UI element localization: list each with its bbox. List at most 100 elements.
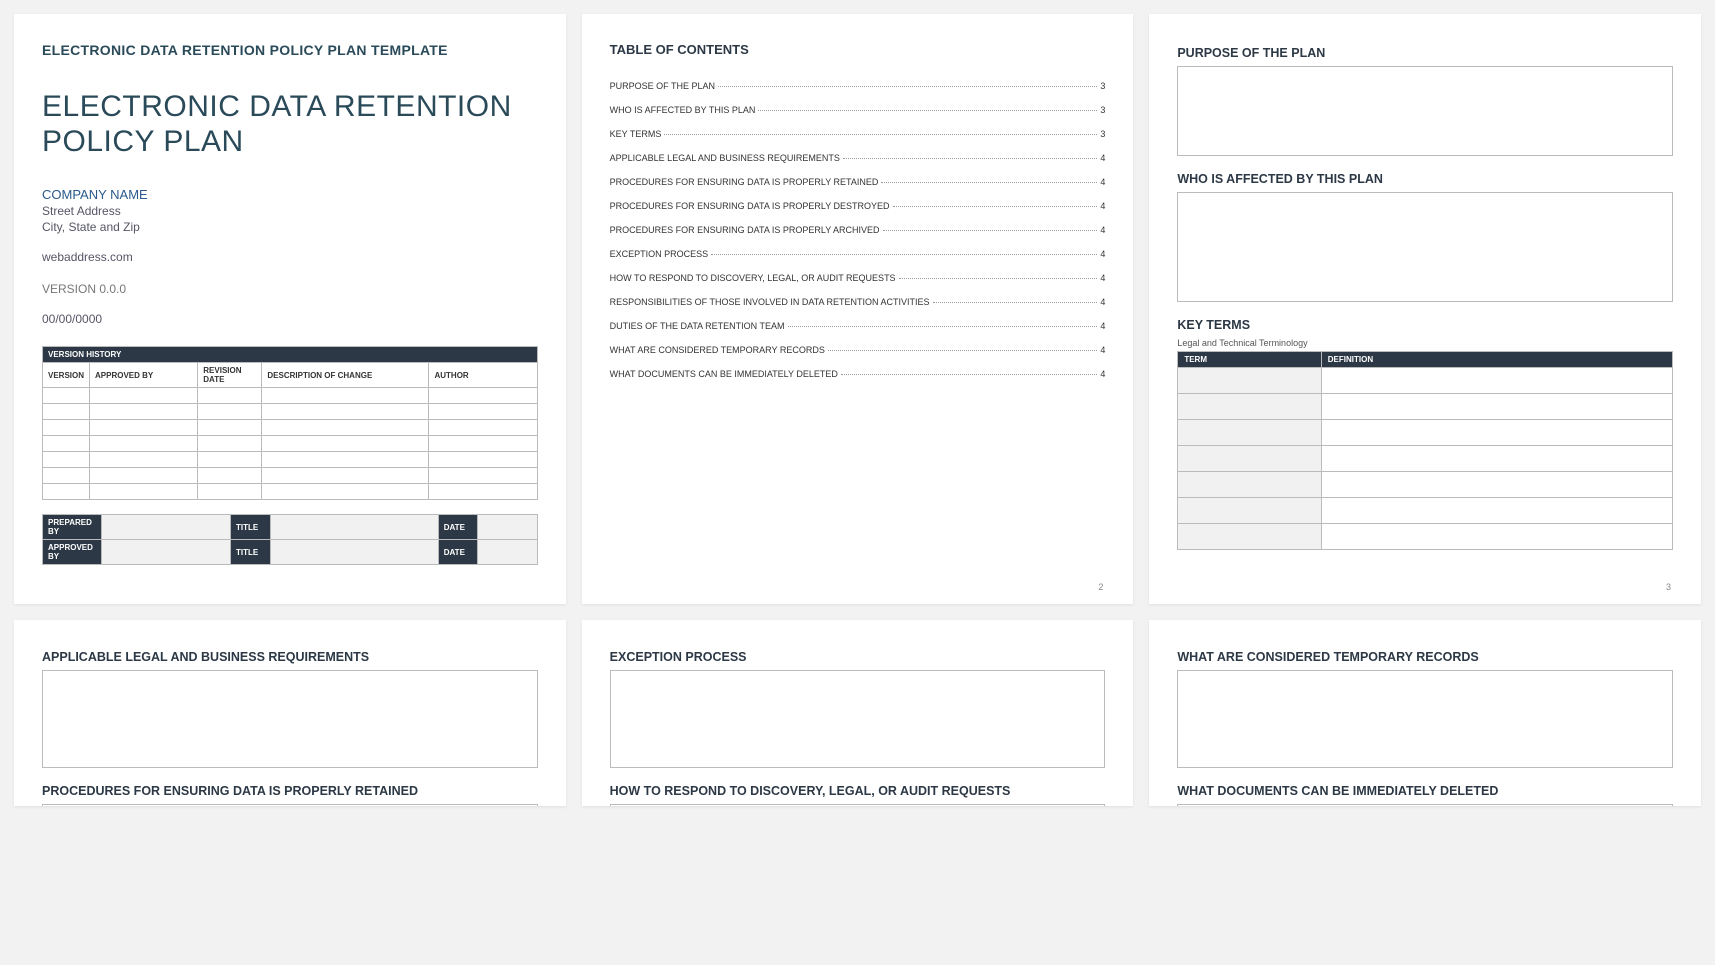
- toc-dots: [828, 350, 1097, 351]
- toc-item: EXCEPTION PROCESS 4: [610, 249, 1106, 259]
- vh-row: [43, 404, 538, 420]
- toc-page: 4: [1100, 249, 1105, 259]
- vh-row: [43, 436, 538, 452]
- vh-row: [43, 452, 538, 468]
- heading-key-terms: KEY TERMS: [1177, 318, 1673, 332]
- vh-row: [43, 388, 538, 404]
- box-exception: [610, 670, 1106, 768]
- toc-dots: [843, 158, 1097, 159]
- box-deleted: [1177, 804, 1673, 806]
- terms-row: [1178, 446, 1673, 472]
- toc-dots: [893, 206, 1098, 207]
- toc-page: 4: [1100, 297, 1105, 307]
- toc-dots: [933, 302, 1098, 303]
- box-affected: [1177, 192, 1673, 302]
- toc-list: PURPOSE OF THE PLAN3 WHO IS AFFECTED BY T…: [610, 81, 1106, 379]
- vh-row: [43, 420, 538, 436]
- toc-item: RESPONSIBILITIES OF THOSE INVOLVED IN DA…: [610, 297, 1106, 307]
- toc-page: 3: [1100, 105, 1105, 115]
- sig-title-val-2: [270, 540, 438, 565]
- toc-page: 3: [1100, 81, 1105, 91]
- box-temporary: [1177, 670, 1673, 768]
- key-terms-table: TERM DEFINITION: [1177, 351, 1673, 550]
- toc-dots: [711, 254, 1097, 255]
- heading-deleted: WHAT DOCUMENTS CAN BE IMMEDIATELY DELETE…: [1177, 784, 1673, 798]
- toc-label: PROCEDURES FOR ENSURING DATA IS PROPERLY…: [610, 225, 880, 235]
- sig-date-label-2: DATE: [438, 540, 478, 565]
- key-terms-subcaption: Legal and Technical Terminology: [1177, 338, 1673, 348]
- sig-title-label-2: TITLE: [230, 540, 270, 565]
- street-address: Street Address: [42, 204, 538, 218]
- toc-item: PROCEDURES FOR ENSURING DATA IS PROPERLY…: [610, 201, 1106, 211]
- toc-page: 4: [1100, 273, 1105, 283]
- page-number: 2: [1098, 582, 1103, 592]
- heading-exception: EXCEPTION PROCESS: [610, 650, 1106, 664]
- sig-approved-val: [102, 540, 231, 565]
- toc-dots: [758, 110, 1097, 111]
- toc-item: PROCEDURES FOR ENSURING DATA IS PROPERLY…: [610, 225, 1106, 235]
- heading-retained: PROCEDURES FOR ENSURING DATA IS PROPERLY…: [42, 784, 538, 798]
- box-purpose: [1177, 66, 1673, 156]
- toc-dots: [883, 230, 1098, 231]
- toc-label: PROCEDURES FOR ENSURING DATA IS PROPERLY…: [610, 201, 890, 211]
- toc-heading: TABLE OF CONTENTS: [610, 42, 1106, 57]
- toc-dots: [788, 326, 1098, 327]
- toc-page: 4: [1100, 225, 1105, 235]
- version-history-table: VERSION HISTORY VERSION APPROVED BY REVI…: [42, 346, 538, 500]
- toc-item: DUTIES OF THE DATA RETENTION TEAM 4: [610, 321, 1106, 331]
- heading-purpose: PURPOSE OF THE PLAN: [1177, 46, 1673, 60]
- terms-row: [1178, 524, 1673, 550]
- toc-item: PURPOSE OF THE PLAN3: [610, 81, 1106, 91]
- page-5: EXCEPTION PROCESS HOW TO RESPOND TO DISC…: [582, 620, 1134, 806]
- toc-dots: [841, 374, 1097, 375]
- company-name: COMPANY NAME: [42, 187, 538, 202]
- terms-row: [1178, 498, 1673, 524]
- date-line: 00/00/0000: [42, 312, 538, 326]
- toc-label: HOW TO RESPOND TO DISCOVERY, LEGAL, OR A…: [610, 273, 896, 283]
- toc-item: APPLICABLE LEGAL AND BUSINESS REQUIREMEN…: [610, 153, 1106, 163]
- main-title: ELECTRONIC DATA RETENTION POLICY PLAN: [42, 90, 538, 159]
- page-number: 3: [1666, 582, 1671, 592]
- toc-dots: [881, 182, 1097, 183]
- page-1: ELECTRONIC DATA RETENTION POLICY PLAN TE…: [14, 14, 566, 604]
- box-discovery: [610, 804, 1106, 806]
- vh-title: VERSION HISTORY: [43, 347, 538, 363]
- sig-title-label-1: TITLE: [230, 515, 270, 540]
- city-line: City, State and Zip: [42, 220, 538, 234]
- toc-page: 4: [1100, 177, 1105, 187]
- toc-label: APPLICABLE LEGAL AND BUSINESS REQUIREMEN…: [610, 153, 840, 163]
- toc-item: WHAT DOCUMENTS CAN BE IMMEDIATELY DELETE…: [610, 369, 1106, 379]
- terms-row: [1178, 368, 1673, 394]
- toc-label: WHAT ARE CONSIDERED TEMPORARY RECORDS: [610, 345, 825, 355]
- toc-dots: [718, 86, 1097, 87]
- page-4: APPLICABLE LEGAL AND BUSINESS REQUIREMEN…: [14, 620, 566, 806]
- toc-label: KEY TERMS: [610, 129, 662, 139]
- toc-dots: [664, 134, 1097, 135]
- sig-approved-label: APPROVED BY: [43, 540, 102, 565]
- toc-label: DUTIES OF THE DATA RETENTION TEAM: [610, 321, 785, 331]
- toc-page: 4: [1100, 153, 1105, 163]
- template-subtitle: ELECTRONIC DATA RETENTION POLICY PLAN TE…: [42, 42, 538, 58]
- vh-col-version: VERSION: [43, 363, 90, 388]
- vh-col-author: AUTHOR: [429, 363, 537, 388]
- toc-label: EXCEPTION PROCESS: [610, 249, 709, 259]
- toc-label: WHO IS AFFECTED BY THIS PLAN: [610, 105, 756, 115]
- vh-col-approved: APPROVED BY: [90, 363, 198, 388]
- box-legal-req: [42, 670, 538, 768]
- toc-label: RESPONSIBILITIES OF THOSE INVOLVED IN DA…: [610, 297, 930, 307]
- toc-dots: [899, 278, 1098, 279]
- terms-row: [1178, 394, 1673, 420]
- version-line: VERSION 0.0.0: [42, 282, 538, 296]
- terms-row: [1178, 472, 1673, 498]
- sig-date-val-2: [478, 540, 537, 565]
- toc-page: 4: [1100, 369, 1105, 379]
- toc-label: WHAT DOCUMENTS CAN BE IMMEDIATELY DELETE…: [610, 369, 838, 379]
- toc-item: PROCEDURES FOR ENSURING DATA IS PROPERLY…: [610, 177, 1106, 187]
- toc-page: 4: [1100, 345, 1105, 355]
- toc-item: HOW TO RESPOND TO DISCOVERY, LEGAL, OR A…: [610, 273, 1106, 283]
- terms-row: [1178, 420, 1673, 446]
- toc-page: 4: [1100, 321, 1105, 331]
- sig-prepared-label: PREPARED BY: [43, 515, 102, 540]
- signature-table: PREPARED BY TITLE DATE APPROVED BY TITLE…: [42, 514, 538, 565]
- toc-item: KEY TERMS3: [610, 129, 1106, 139]
